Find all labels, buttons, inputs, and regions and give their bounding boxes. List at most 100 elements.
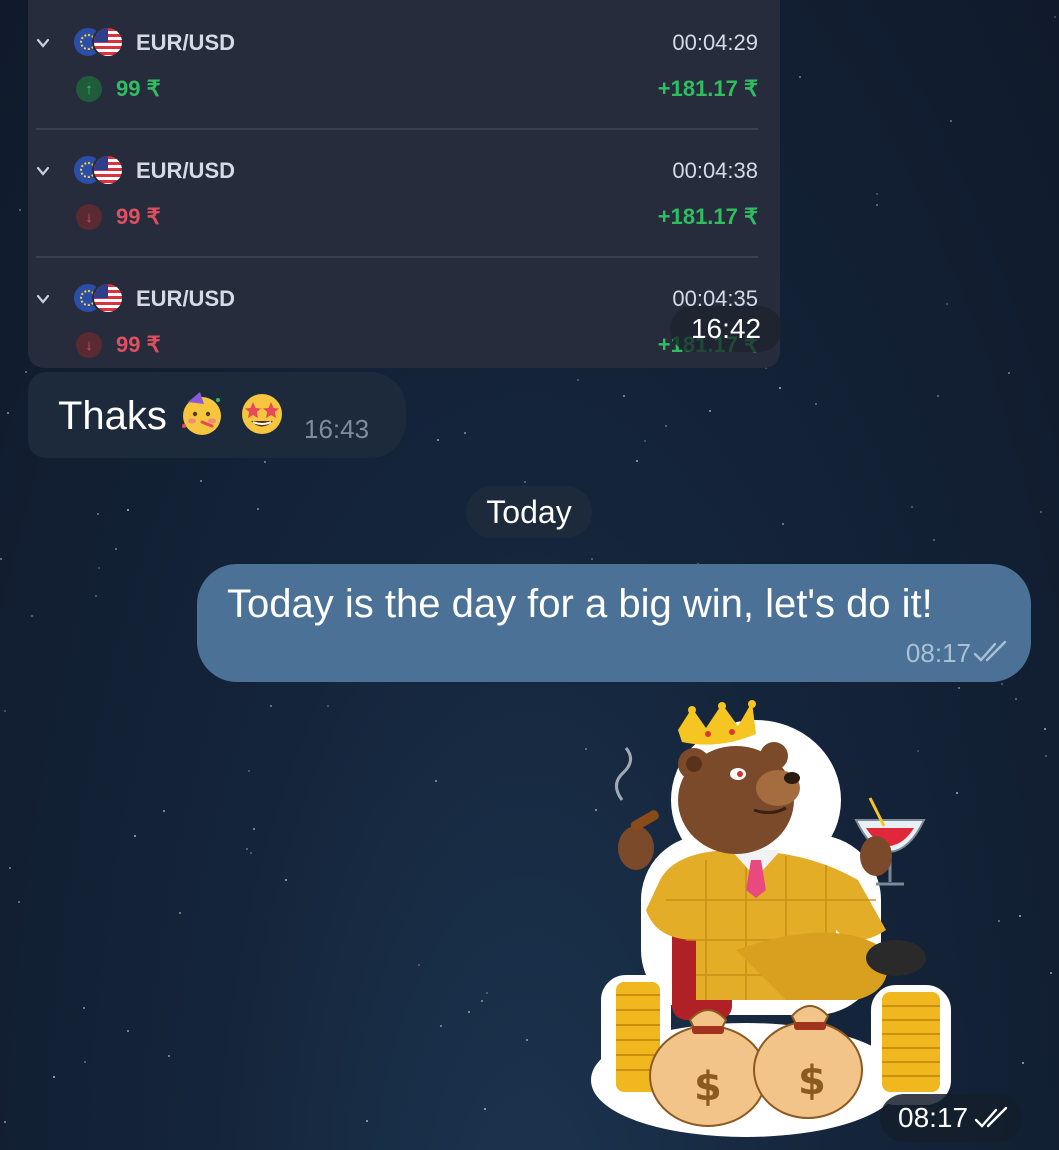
- star: [52, 1076, 55, 1079]
- star: [436, 439, 439, 442]
- star: [3, 1121, 6, 1124]
- star: [1044, 755, 1047, 758]
- trade-amount: 99 ₹: [116, 76, 161, 101]
- star: [665, 424, 668, 427]
- star: [3, 710, 6, 713]
- star: [257, 507, 260, 510]
- star: [911, 505, 914, 508]
- message-text: Today is the day for a big win, let's do…: [227, 582, 933, 626]
- crown-icon: [678, 700, 756, 745]
- star: [483, 1108, 486, 1111]
- star: [1049, 972, 1052, 975]
- star: [523, 480, 526, 483]
- star: [485, 992, 488, 995]
- star: [526, 1038, 529, 1041]
- star: [937, 394, 940, 397]
- star: [365, 1120, 368, 1123]
- star: [1053, 16, 1056, 19]
- star: [636, 460, 639, 463]
- trade-payout: +181.17 ₹: [657, 76, 758, 101]
- trade-row[interactable]: EUR/USD 00:04:29 ↑ 99 ₹ +181.17 ₹: [28, 0, 780, 128]
- currency-pair-flags-icon: [72, 154, 128, 188]
- star: [1044, 727, 1047, 730]
- star: [875, 204, 878, 207]
- star: [179, 912, 182, 915]
- star: [463, 432, 466, 435]
- trades-screenshot-card[interactable]: EUR/USD 00:04:29 ↑ 99 ₹ +181.17 ₹ EUR/US…: [28, 0, 780, 368]
- star: [932, 539, 935, 542]
- arrow-down-icon: ↓: [76, 204, 102, 230]
- trade-row[interactable]: EUR/USD 00:04:38 ↓ 99 ₹ +181.17 ₹: [28, 128, 780, 256]
- star: [127, 509, 130, 512]
- message-time: 16:43: [304, 414, 370, 444]
- incoming-message-bubble[interactable]: Thaks 16:43: [28, 372, 406, 458]
- chevron-down-icon[interactable]: [36, 292, 50, 306]
- star: [84, 1061, 87, 1064]
- star: [643, 440, 646, 443]
- message-time: 16:42: [670, 306, 782, 352]
- star: [815, 403, 818, 406]
- outgoing-message-bubble[interactable]: Today is the day for a big win, let's do…: [197, 564, 1031, 682]
- trade-row[interactable]: EUR/USD 00:04:35 ↓ 99 ₹ +181.17 ₹: [28, 256, 780, 368]
- star: [418, 963, 421, 966]
- chevron-down-icon[interactable]: [36, 36, 50, 50]
- partying-face-icon: [182, 392, 221, 435]
- star: [17, 900, 20, 903]
- star: [782, 522, 785, 525]
- star: [8, 866, 11, 869]
- star: [434, 780, 437, 783]
- star: [30, 615, 33, 618]
- star: [481, 999, 484, 1002]
- star: [96, 512, 99, 515]
- trade-time: 00:04:38: [672, 158, 758, 183]
- pair-name: EUR/USD: [136, 286, 236, 311]
- star: [949, 120, 952, 123]
- star: [440, 1024, 443, 1027]
- star: [1039, 510, 1042, 513]
- trade-amount: 99 ₹: [116, 332, 161, 357]
- star: [126, 1030, 129, 1033]
- star: [708, 409, 711, 412]
- star: [19, 209, 22, 212]
- trade-amount: 99 ₹: [116, 204, 161, 229]
- currency-pair-flags-icon: [72, 26, 128, 60]
- star: [326, 705, 329, 708]
- chevron-down-icon[interactable]: [36, 164, 50, 178]
- star: [998, 919, 1000, 922]
- pair-name: EUR/USD: [136, 158, 236, 183]
- arrow-up-icon: ↑: [76, 76, 102, 102]
- message-time: 08:17: [898, 1102, 969, 1133]
- trade-payout: +181.17 ₹: [657, 204, 758, 229]
- star: [115, 547, 118, 550]
- star: [876, 193, 879, 196]
- star: [134, 834, 137, 837]
- date-separator: Today: [466, 486, 592, 538]
- star: [25, 370, 28, 373]
- svg-text:$: $: [798, 1058, 826, 1104]
- star: [95, 595, 98, 598]
- star: [253, 827, 256, 830]
- star: [0, 558, 3, 561]
- currency-pair-flags-icon: [72, 282, 128, 316]
- star: [468, 1011, 471, 1014]
- bear-king-money-sticker[interactable]: $ $: [586, 700, 958, 1140]
- star: [622, 395, 625, 398]
- arrow-down-icon: ↓: [76, 332, 102, 358]
- message-text: Thaks: [58, 394, 167, 438]
- star: [264, 460, 267, 463]
- star: [248, 770, 250, 773]
- double-check-icon: [973, 640, 1007, 662]
- message-time: 08:17: [905, 638, 971, 668]
- star: [97, 567, 100, 569]
- star: [199, 480, 202, 483]
- star: [249, 851, 252, 854]
- star: [1007, 372, 1010, 375]
- star: [7, 412, 10, 415]
- star: [945, 303, 948, 306]
- star: [82, 1007, 85, 1010]
- star: [245, 847, 248, 850]
- star: [162, 810, 165, 813]
- svg-text:$: $: [694, 1064, 722, 1110]
- star: [1014, 698, 1017, 701]
- star: [591, 558, 594, 561]
